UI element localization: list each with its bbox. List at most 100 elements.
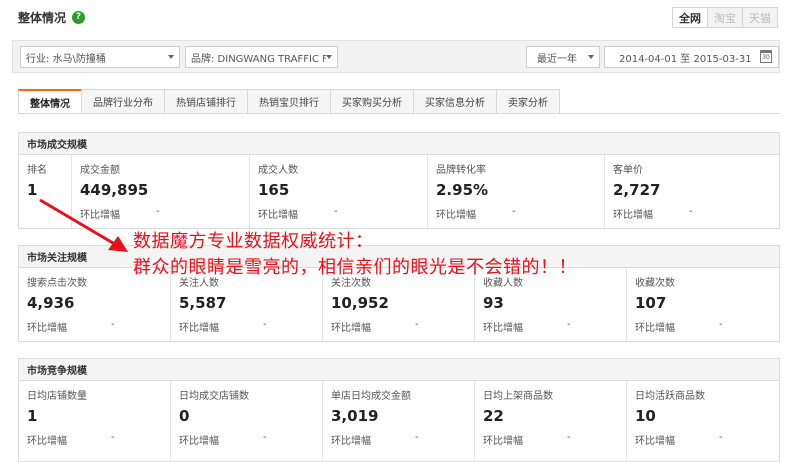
change-label: 环比增幅	[483, 436, 523, 447]
page-header: 整体情况 ?	[18, 7, 86, 27]
metric-value: 0	[179, 407, 190, 425]
tab-buyer-info[interactable]: 买家信息分析	[413, 89, 497, 113]
metric-label: 收藏次数	[635, 278, 675, 289]
metric-label: 成交金额	[80, 165, 120, 176]
chevron-down-icon	[588, 55, 594, 59]
tab-seller-analysis[interactable]: 卖家分析	[496, 89, 560, 113]
platform-tmall-button[interactable]: 天猫	[742, 7, 778, 28]
metric-label: 单店日均成交金额	[331, 391, 411, 402]
metric-value: 10,952	[331, 294, 389, 312]
change-value: -	[512, 206, 516, 217]
annotation-line-1: 数据魔方专业数据权威统计：	[133, 231, 374, 252]
tab-hot-shops[interactable]: 热销店铺排行	[164, 89, 248, 113]
metric-cell: 日均上架商品数 22 环比增幅 -	[475, 381, 627, 461]
platform-toggle: 全网 淘宝 天猫	[672, 7, 778, 28]
metric-value: 449,895	[80, 181, 149, 199]
metric-value: 3,019	[331, 407, 379, 425]
change-value: -	[567, 432, 571, 443]
tab-brand-distribution[interactable]: 品牌行业分布	[81, 89, 165, 113]
industry-select[interactable]: 行业: 水马\防撞桶	[20, 46, 180, 68]
rank-label: 排名	[27, 165, 47, 176]
change-value: -	[689, 206, 693, 217]
metric-value: 10	[635, 407, 656, 425]
change-label: 环比增幅	[331, 323, 371, 334]
brand-select-value: 品牌: DINGWANG TRAFFIC F	[191, 53, 326, 65]
metric-label: 日均成交店铺数	[179, 391, 249, 402]
change-label: 环比增幅	[179, 323, 219, 334]
change-label: 环比增幅	[258, 210, 298, 221]
metric-value: 165	[258, 181, 290, 199]
change-label: 环比增幅	[436, 210, 476, 221]
change-label: 环比增幅	[635, 323, 675, 334]
filter-bar: 行业: 水马\防撞桶 品牌: DINGWANG TRAFFIC F 最近一年 2…	[12, 40, 780, 73]
metric-cell: 日均活跃商品数 10 环比增幅 -	[627, 381, 779, 461]
section-title: 市场成交规模	[19, 133, 779, 155]
metric-label: 日均活跃商品数	[635, 391, 705, 402]
question-icon[interactable]: ?	[72, 10, 86, 24]
metric-cell: 成交人数 165 环比增幅 -	[250, 155, 428, 228]
metric-cell: 日均成交店铺数 0 环比增幅 -	[171, 381, 323, 461]
annotation-text: 数据魔方专业数据权威统计： 群众的眼睛是雪亮的，相信亲们的眼光是不会错的！！	[133, 229, 577, 281]
change-value: -	[334, 206, 338, 217]
market-scale-section: 市场成交规模 排名 1 成交金额 449,895 环比增幅 - 成交人数 165…	[18, 132, 780, 229]
calendar-icon[interactable]: 30	[760, 50, 772, 63]
change-value: -	[567, 319, 571, 330]
change-value: -	[719, 319, 723, 330]
change-label: 环比增幅	[80, 210, 120, 221]
change-label: 环比增幅	[27, 436, 67, 447]
change-label: 环比增幅	[483, 323, 523, 334]
change-value: -	[111, 319, 115, 330]
change-value: -	[263, 319, 267, 330]
platform-all-button[interactable]: 全网	[672, 7, 708, 28]
metric-cell: 成交金额 449,895 环比增幅 -	[72, 155, 250, 228]
change-label: 环比增幅	[613, 210, 653, 221]
tab-overview[interactable]: 整体情况	[18, 89, 82, 114]
metric-value: 107	[635, 294, 667, 312]
rank-cell: 排名 1	[19, 155, 72, 228]
metric-value: 5,587	[179, 294, 227, 312]
change-value: -	[111, 432, 115, 443]
change-value: -	[415, 319, 419, 330]
analysis-tabs: 整体情况 品牌行业分布 热销店铺排行 热销宝贝排行 买家购买分析 买家信息分析 …	[18, 89, 560, 114]
metric-value: 2,727	[613, 181, 661, 199]
metric-cell: 收藏次数 107 环比增幅 -	[627, 268, 779, 341]
change-value: -	[415, 432, 419, 443]
section-title: 市场竞争规模	[19, 359, 779, 381]
metric-label: 客单价	[613, 165, 643, 176]
date-range-input[interactable]: 2014-04-01 至 2015-03-31 30	[604, 46, 779, 68]
change-label: 环比增幅	[179, 436, 219, 447]
metric-label: 日均上架商品数	[483, 391, 553, 402]
metric-value: 93	[483, 294, 504, 312]
tab-buyer-purchase[interactable]: 买家购买分析	[330, 89, 414, 113]
page-title: 整体情况	[18, 10, 67, 25]
metric-cell: 客单价 2,727 环比增幅 -	[605, 155, 779, 228]
rank-value: 1	[27, 181, 38, 199]
metric-label: 成交人数	[258, 165, 298, 176]
change-value: -	[156, 206, 160, 217]
metric-label: 日均店铺数量	[27, 391, 87, 402]
tab-divider	[18, 113, 780, 114]
chevron-down-icon	[168, 55, 174, 59]
metric-value: 1	[27, 407, 38, 425]
period-select-value: 最近一年	[537, 53, 577, 65]
market-competition-section: 市场竞争规模 日均店铺数量 1 环比增幅 - 日均成交店铺数 0 环比增幅 - …	[18, 358, 780, 462]
change-label: 环比增幅	[27, 323, 67, 334]
change-value: -	[263, 432, 267, 443]
metric-value: 4,936	[27, 294, 75, 312]
metric-cell: 品牌转化率 2.95% 环比增幅 -	[428, 155, 605, 228]
metric-cell: 单店日均成交金额 3,019 环比增幅 -	[323, 381, 475, 461]
metric-cell: 日均店铺数量 1 环比增幅 -	[19, 381, 171, 461]
change-label: 环比增幅	[635, 436, 675, 447]
tab-hot-items[interactable]: 热销宝贝排行	[247, 89, 331, 113]
period-select[interactable]: 最近一年	[526, 46, 600, 68]
brand-select[interactable]: 品牌: DINGWANG TRAFFIC F	[185, 46, 338, 68]
chevron-down-icon	[326, 55, 332, 59]
date-range-value: 2014-04-01 至 2015-03-31	[619, 53, 752, 65]
platform-taobao-button[interactable]: 淘宝	[707, 7, 743, 28]
change-label: 环比增幅	[331, 436, 371, 447]
metric-label: 品牌转化率	[436, 165, 486, 176]
annotation-line-2: 群众的眼睛是雪亮的，相信亲们的眼光是不会错的！！	[133, 257, 577, 278]
industry-select-value: 行业: 水马\防撞桶	[26, 53, 106, 65]
metric-value: 22	[483, 407, 504, 425]
metric-value: 2.95%	[436, 181, 489, 199]
